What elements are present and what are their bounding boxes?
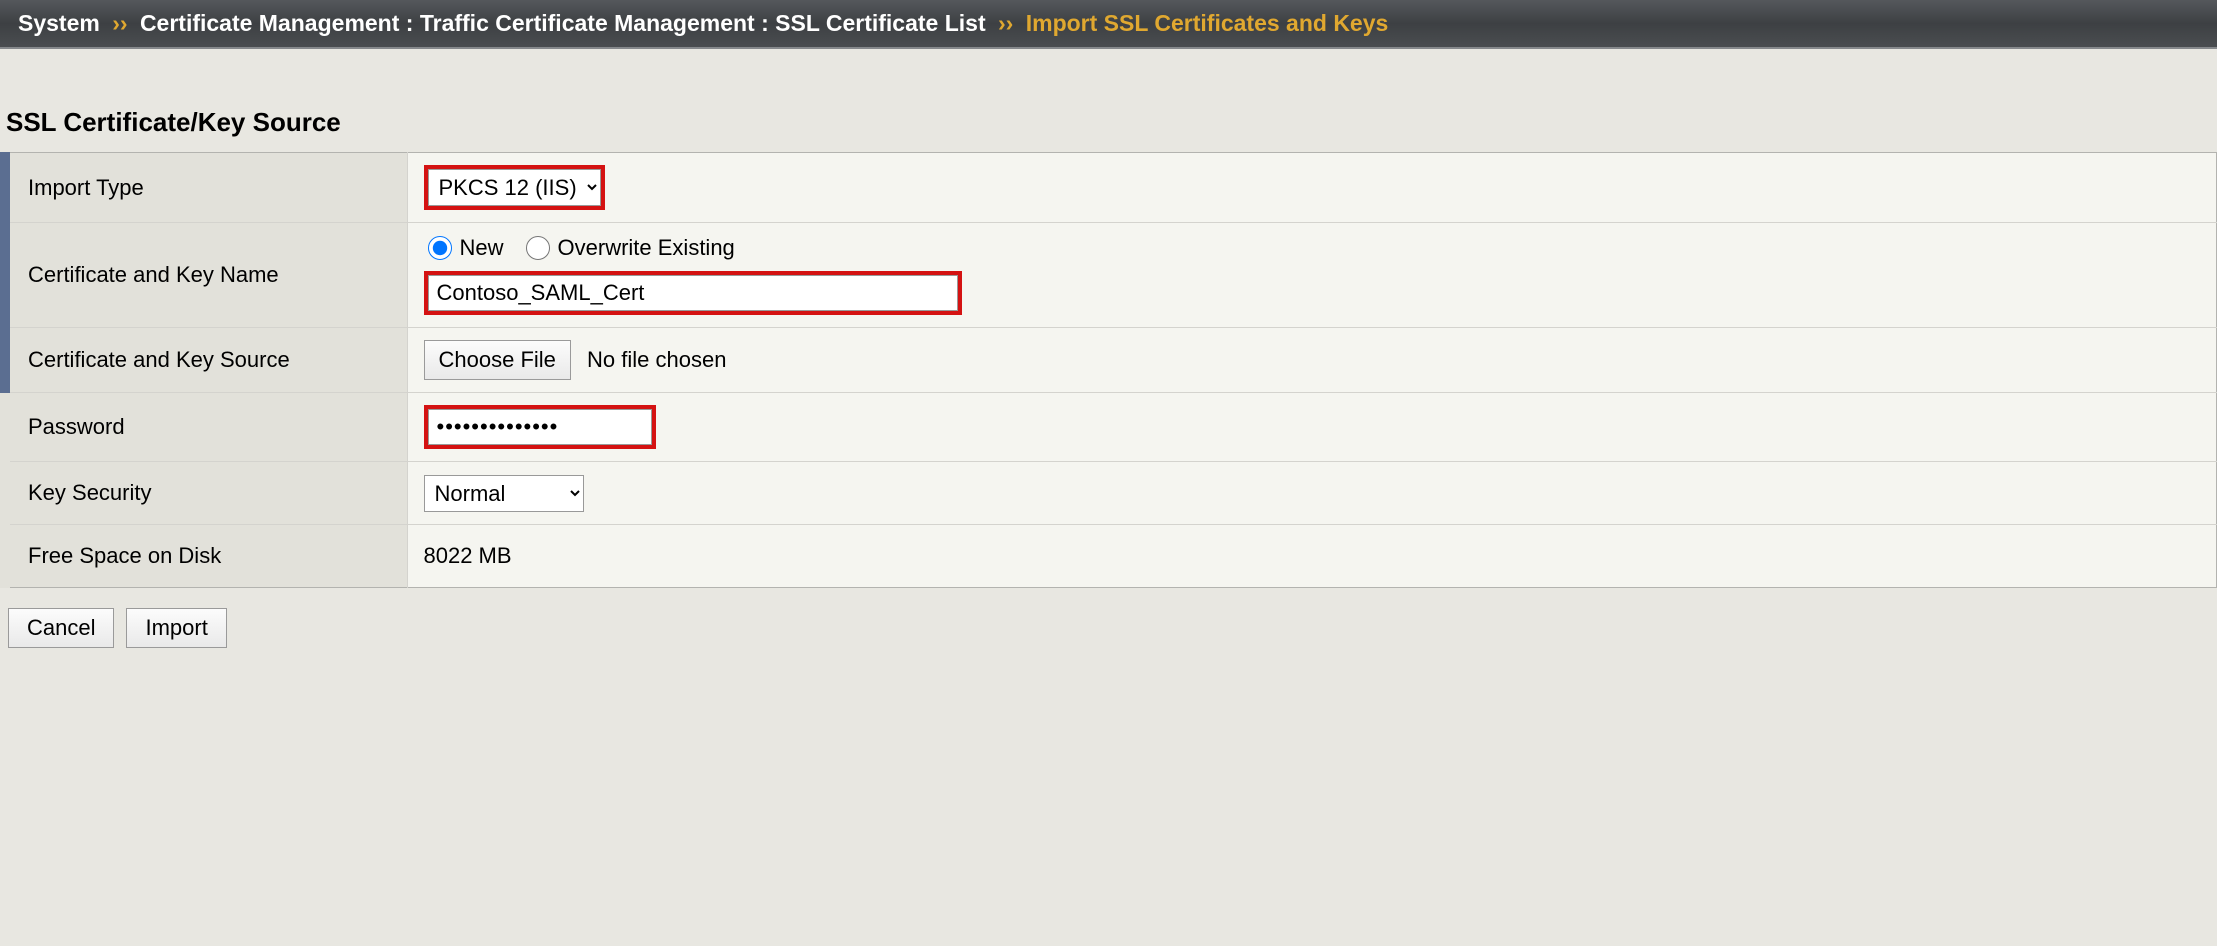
breadcrumb: System ›› Certificate Management : Traff… [0,0,2217,49]
breadcrumb-system[interactable]: System [18,10,100,36]
section-title: SSL Certificate/Key Source [0,49,2217,152]
breadcrumb-path[interactable]: Certificate Management : Traffic Certifi… [140,10,986,36]
button-row: Cancel Import [0,588,2217,668]
file-status: No file chosen [587,347,726,372]
cancel-button[interactable]: Cancel [8,608,114,648]
radio-overwrite[interactable] [526,236,550,260]
label-free-space: Free Space on Disk [5,525,407,588]
highlight-import-type: PKCS 12 (IIS) [424,165,605,210]
key-security-select[interactable]: Normal [424,475,584,512]
breadcrumb-current: Import SSL Certificates and Keys [1026,10,1389,36]
breadcrumb-sep: ›› [112,10,127,36]
free-space-value: 8022 MB [424,543,512,568]
label-cert-key-source: Certificate and Key Source [5,328,407,393]
password-input[interactable] [428,409,652,445]
import-button[interactable]: Import [126,608,226,648]
label-cert-key-name: Certificate and Key Name [5,223,407,328]
label-import-type: Import Type [5,153,407,223]
radio-overwrite-label: Overwrite Existing [558,235,735,261]
cert-name-input[interactable] [428,275,958,311]
radio-new[interactable] [428,236,452,260]
radio-new-label: New [460,235,504,261]
choose-file-button[interactable]: Choose File [424,340,571,380]
highlight-password [424,405,656,449]
highlight-cert-name [424,271,962,315]
import-type-select[interactable]: PKCS 12 (IIS) [428,169,601,206]
form-table: Import Type PKCS 12 (IIS) Certificate an… [0,152,2217,588]
label-password: Password [5,393,407,462]
cert-name-radio-row: New Overwrite Existing [424,235,2201,261]
label-key-security: Key Security [5,462,407,525]
breadcrumb-sep: ›› [998,10,1013,36]
